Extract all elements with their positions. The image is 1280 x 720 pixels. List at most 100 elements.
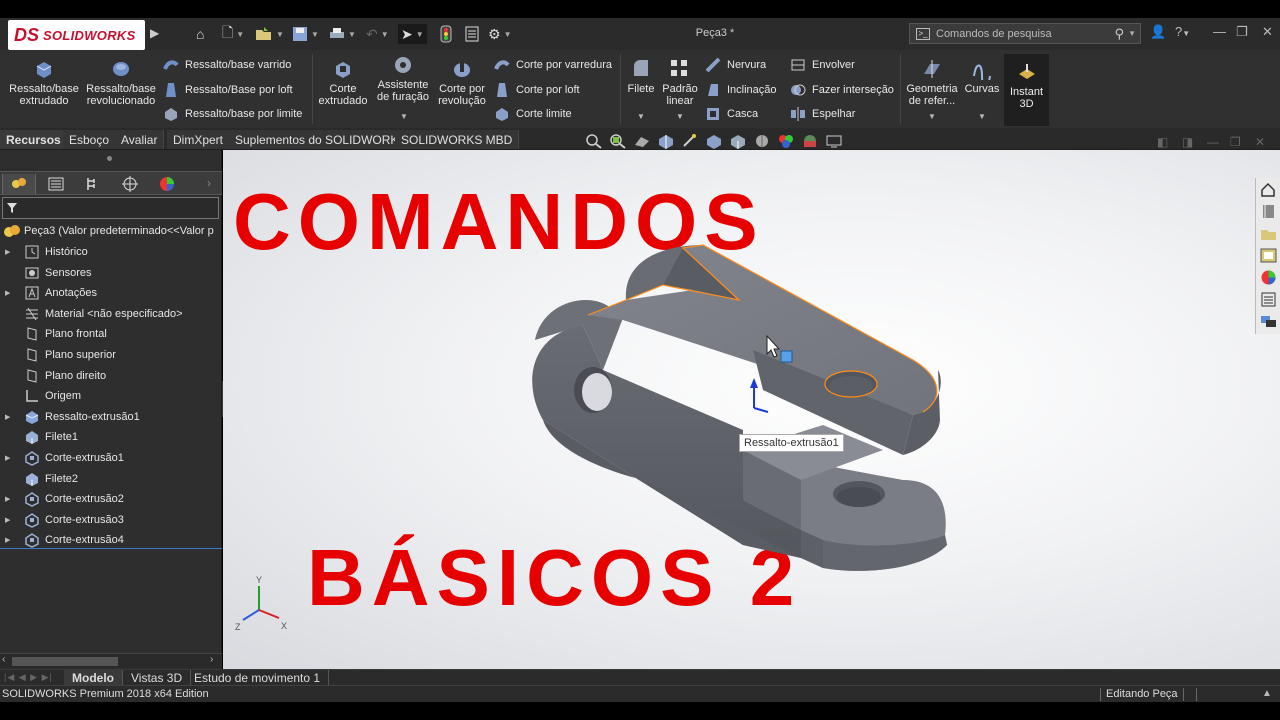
tree-item[interactable]: ▶ Corte-extrusão2 [0,489,222,509]
configuration-manager-tab[interactable] [76,174,110,194]
chevron-down-icon[interactable]: ▼ [928,112,936,121]
chevron-down-icon[interactable]: ▼ [676,112,684,121]
tab-esboco[interactable]: Esboço [63,130,117,149]
viewport-split-left-icon[interactable]: ◧ [1157,135,1168,149]
dynamic-annotation-icon[interactable] [681,133,699,149]
expand-arrow-icon[interactable]: ▶ [5,248,15,256]
chevron-down-icon[interactable]: ▼ [637,112,645,121]
wrap-button[interactable]: Envolver [790,56,855,74]
open-icon[interactable]: ▼ [255,24,284,44]
tab-dimxpert[interactable]: DimXpert [167,130,231,149]
lofted-boss-button[interactable]: Ressalto/Base por loft [163,81,293,99]
restore-icon[interactable]: ❐ [1236,24,1248,40]
display-style-icon[interactable] [729,133,747,149]
rebuild-icon[interactable] [440,24,452,44]
expand-arrow-icon[interactable]: ▶ [5,413,15,421]
scroll-right-icon[interactable]: › [210,654,213,665]
tree-item[interactable]: Plano frontal [0,324,222,344]
tree-root-part[interactable]: Peça3 (Valor predeterminado<<Valor p [0,222,222,240]
save-icon[interactable]: ▼ [292,24,319,44]
scrollbar-thumb[interactable] [12,657,118,666]
tree-item[interactable]: Sensores [0,263,222,283]
tree-horizontal-scrollbar[interactable]: ‹ › [0,653,222,668]
edit-appearance-icon[interactable] [777,133,795,149]
tab-suplementos[interactable]: Suplementos do SOLIDWORKS [229,130,414,149]
tab-avaliar[interactable]: Avaliar [115,130,165,149]
appearances-scenes-icon[interactable] [1260,269,1277,286]
options-gear-icon[interactable]: ⚙ ▼ [488,24,511,44]
tab-recursos[interactable]: Recursos [0,130,68,149]
hole-wizard-button[interactable]: Assistente de furação [372,54,434,103]
expand-arrow-icon[interactable]: ▶ [5,289,15,297]
command-search-field[interactable]: >_ Comandos de pesquisa ⚲ ▼ [909,23,1141,44]
status-menu-icon[interactable]: ▲ [1262,688,1272,699]
shell-button[interactable]: Casca [705,105,758,123]
section-view-icon[interactable] [657,133,675,149]
panel-drag-handle[interactable] [107,156,112,161]
home-icon[interactable]: ⌂ [196,24,204,44]
tree-item[interactable]: ▶ Corte-extrusão1 [0,448,222,468]
viewport-restore-icon[interactable]: ❐ [1230,135,1241,149]
tab-estudo-movimento[interactable]: Estudo de movimento 1 [186,670,330,686]
mirror-button[interactable]: Espelhar [790,105,855,123]
hide-show-items-icon[interactable] [753,133,771,149]
boundary-boss-button[interactable]: Ressalto/base por limite [163,105,302,123]
rib-button[interactable]: Nervura [705,56,766,74]
minimize-icon[interactable]: — [1213,24,1226,39]
chevron-down-icon[interactable]: ▼ [400,112,408,121]
tab-solidworks-mbd[interactable]: SOLIDWORKS MBD [395,130,520,149]
undo-icon[interactable]: ↶ ▼ [366,24,389,44]
rollback-bar[interactable] [0,548,222,549]
zoom-area-icon[interactable] [609,133,627,149]
tree-item[interactable]: Plano direito [0,366,222,386]
expand-arrow-icon[interactable]: ▶ [5,495,15,503]
solidworks-logo[interactable]: DS SOLIDWORKS [8,20,145,50]
zoom-to-fit-icon[interactable] [585,133,603,149]
curves-button[interactable]: Curvas [964,58,1000,95]
view-orientation-icon[interactable] [705,133,723,149]
featuremanager-tree-tab[interactable] [2,174,36,194]
solidworks-resources-icon[interactable] [1260,181,1277,198]
tree-item[interactable]: Filete2 [0,469,222,489]
tab-vistas-3d[interactable]: Vistas 3D [123,670,192,686]
tab-modelo[interactable]: Modelo [64,670,123,686]
view-palette-icon[interactable] [1260,247,1277,264]
dimxpert-manager-tab[interactable] [113,174,147,194]
draft-button[interactable]: Inclinação [705,81,777,99]
viewport-minimize-icon[interactable]: — [1207,135,1219,149]
tree-item[interactable]: ▶ Ressalto-extrusão1 [0,407,222,427]
instant3d-button[interactable]: Instant 3D [1004,54,1049,126]
view-settings-icon[interactable] [825,133,843,149]
print-icon[interactable]: ▼ [329,24,356,44]
search-icon[interactable]: ⚲ [1115,26,1125,42]
close-icon[interactable]: ✕ [1262,24,1273,40]
tree-item[interactable]: Plano superior [0,345,222,365]
lofted-cut-button[interactable]: Corte por loft [494,81,580,99]
solidworks-forum-icon[interactable] [1260,313,1277,330]
custom-properties-icon[interactable] [1260,291,1277,308]
extruded-cut-button[interactable]: Corte extrudado [318,58,368,107]
swept-cut-button[interactable]: Corte por varredura [494,56,612,74]
expand-arrow-icon[interactable]: ▶ [5,536,15,544]
file-properties-icon[interactable] [464,24,480,44]
extruded-boss-button[interactable]: Ressalto/base extrudado [6,58,82,107]
revolved-cut-button[interactable]: Corte por revolução [436,58,488,107]
tree-item[interactable]: ▶ Corte-extrusão3 [0,510,222,530]
chevron-down-icon[interactable]: ▼ [978,112,986,121]
part-model[interactable]: Y X Z [223,150,1280,669]
linear-pattern-button[interactable]: Padrão linear [660,58,700,107]
tree-item[interactable]: Material <não especificado> [0,304,222,324]
boundary-cut-button[interactable]: Corte limite [494,105,572,123]
expand-arrow-icon[interactable]: ▶ [5,516,15,524]
tree-item[interactable]: ▶ Anotações [0,283,222,303]
viewport-split-right-icon[interactable]: ◨ [1182,135,1193,149]
display-manager-tab[interactable] [150,174,184,194]
viewport-close-icon[interactable]: ✕ [1255,135,1265,149]
chevron-down-icon[interactable]: ▼ [1128,29,1136,38]
property-manager-tab[interactable] [39,174,73,194]
expand-arrow-icon[interactable]: ▶ [5,454,15,462]
revolved-boss-button[interactable]: Ressalto/base revolucionado [84,58,158,107]
graphics-area[interactable]: COMANDOS BÁSICOS 2 Y X Z Ressalto-extrus… [223,150,1280,669]
tree-filter-field[interactable] [2,197,219,219]
menu-expand-icon[interactable]: ▶ [150,26,159,40]
